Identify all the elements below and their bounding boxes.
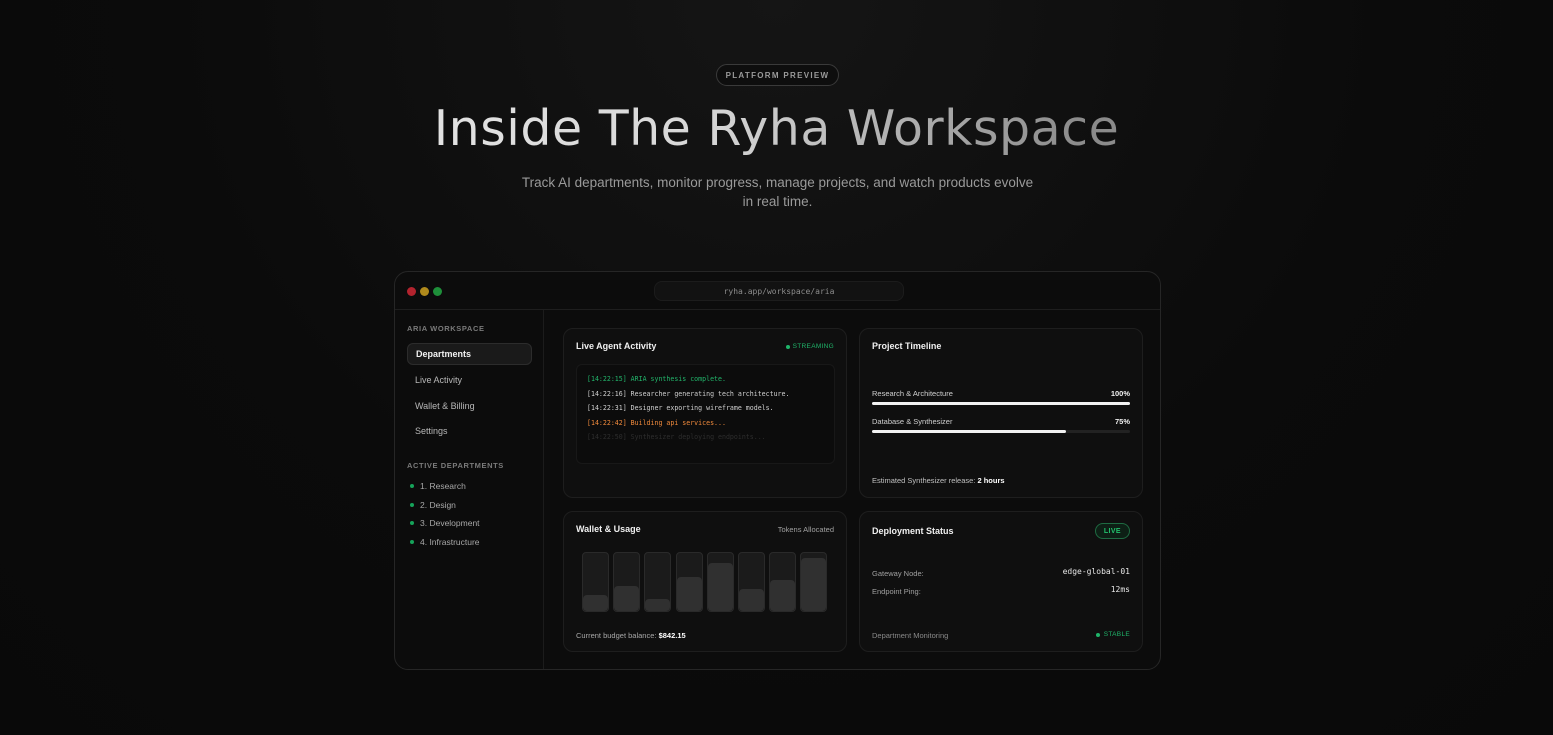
status-dot-icon — [410, 503, 414, 507]
progress-fill — [872, 430, 1066, 433]
department-item[interactable]: 2. Design — [410, 500, 456, 510]
sidebar: ARIA WORKSPACE Departments Live Activity… — [395, 310, 544, 669]
release-estimate: Estimated Synthesizer release: 2 hours — [872, 476, 1005, 485]
live-activity-title: Live Agent Activity — [576, 341, 657, 351]
stable-dot-icon — [1095, 632, 1100, 637]
endpoint-ping-value: 12ms — [1110, 585, 1130, 594]
release-estimate-value: 2 hours — [977, 476, 1005, 485]
token-bar — [769, 552, 797, 612]
release-estimate-label: Estimated Synthesizer release: — [872, 476, 978, 485]
token-bar-fill — [739, 588, 764, 611]
gateway-node-value: edge-global-01 — [1062, 567, 1130, 576]
department-item[interactable]: 3. Development — [410, 518, 480, 528]
minimize-window-dot[interactable] — [420, 287, 429, 296]
department-label: 2. Design — [420, 500, 456, 510]
timeline-item-label: Database & Synthesizer — [872, 417, 953, 426]
timeline-progress-bar — [872, 402, 1130, 405]
wallet-usage-title: Wallet & Usage — [576, 524, 641, 534]
streaming-label: STREAMING — [792, 343, 834, 350]
url-bar[interactable]: ryha.app/workspace/aria — [654, 281, 904, 301]
budget-balance-value: $842.15 — [658, 631, 686, 640]
window-titlebar: ryha.app/workspace/aria — [395, 272, 1160, 310]
log-line: [14:22:42] Building api services... — [587, 418, 726, 427]
page-title: Inside The Ryha Workspace — [0, 100, 1553, 157]
budget-balance-label: Current budget balance: — [576, 631, 659, 640]
maximize-window-dot[interactable] — [433, 287, 442, 296]
token-bar-fill — [801, 557, 827, 611]
token-bar — [613, 552, 641, 612]
sidebar-item-departments[interactable]: Departments — [407, 343, 532, 365]
wallet-usage-card: Wallet & Usage Tokens Allocated Current … — [563, 511, 847, 652]
log-line: [14:22:50] Synthesizer deploying endpoin… — [587, 433, 766, 441]
endpoint-ping-label: Endpoint Ping: — [872, 587, 921, 596]
timeline-item-percent: 100% — [1110, 389, 1130, 398]
page-subtitle: Track AI departments, monitor progress, … — [521, 175, 1034, 209]
department-monitoring-label: Department Monitoring — [872, 631, 949, 640]
sidebar-item-live-activity[interactable]: Live Activity — [407, 369, 532, 391]
sidebar-item-settings[interactable]: Settings — [407, 420, 532, 442]
sidebar-item-wallet-billing[interactable]: Wallet & Billing — [407, 395, 532, 417]
status-dot-icon — [410, 540, 414, 544]
log-line: [14:22:31] Designer exporting wireframe … — [587, 404, 774, 412]
token-bar — [675, 552, 703, 612]
status-dot-icon — [410, 484, 414, 488]
timeline-item-percent: 75% — [1114, 417, 1130, 426]
deployment-status-title: Deployment Status — [872, 526, 954, 536]
gateway-node-label: Gateway Node: — [872, 569, 924, 578]
deployment-status-card: Deployment Status LIVE Gateway Node: edg… — [859, 511, 1143, 652]
department-label: 3. Development — [420, 518, 480, 528]
department-item[interactable]: 4. Infrastructure — [410, 537, 480, 547]
token-bar — [800, 552, 828, 612]
token-bar-fill — [676, 577, 702, 611]
token-bar-fill — [770, 580, 796, 611]
log-line: [14:22:16] Researcher generating tech ar… — [587, 389, 790, 398]
live-activity-card: Live Agent Activity STREAMING [14:22:15]… — [563, 328, 847, 498]
workspace-window: ryha.app/workspace/aria ARIA WORKSPACE D… — [394, 271, 1161, 670]
log-line: [14:22:15] ARIA synthesis complete. — [587, 375, 726, 383]
streaming-dot-icon — [785, 344, 790, 349]
token-bar — [706, 552, 734, 612]
token-bar-fill — [645, 599, 671, 611]
token-bar — [644, 552, 672, 612]
project-timeline-title: Project Timeline — [872, 341, 942, 351]
department-item[interactable]: 1. Research — [410, 481, 466, 491]
timeline-item-label: Research & Architecture — [872, 389, 953, 398]
token-bar-fill — [614, 586, 640, 611]
department-label: 4. Infrastructure — [420, 537, 480, 547]
stable-label: STABLE — [1103, 631, 1130, 638]
activity-log: [14:22:15] ARIA synthesis complete. [14:2… — [576, 364, 835, 464]
workspace-heading: ARIA WORKSPACE — [407, 324, 485, 333]
timeline-progress-bar — [872, 430, 1130, 433]
project-timeline-card: Project Timeline Research & Architecture… — [859, 328, 1143, 498]
streaming-badge: STREAMING — [785, 343, 834, 350]
active-departments-heading: ACTIVE DEPARTMENTS — [407, 461, 504, 470]
status-dot-icon — [410, 521, 414, 525]
token-bar-fill — [583, 594, 608, 611]
tokens-allocated-label: Tokens Allocated — [777, 525, 834, 534]
stable-status: STABLE — [1095, 631, 1130, 638]
token-bar — [738, 552, 765, 612]
department-label: 1. Research — [420, 481, 466, 491]
token-bar — [582, 552, 609, 612]
platform-preview-badge: PLATFORM PREVIEW — [716, 64, 839, 86]
close-window-dot[interactable] — [407, 287, 416, 296]
token-bar-fill — [707, 563, 733, 611]
live-badge: LIVE — [1094, 523, 1130, 539]
progress-fill — [872, 402, 1130, 405]
budget-balance: Current budget balance: $842.15 — [576, 631, 686, 640]
